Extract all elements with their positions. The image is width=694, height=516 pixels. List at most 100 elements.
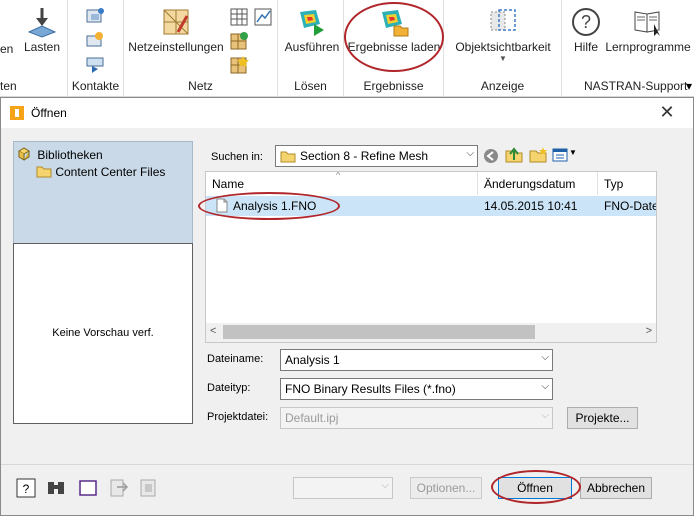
view-menu-button[interactable]: ▼ xyxy=(552,146,578,164)
scroll-right-icon[interactable]: > xyxy=(646,325,652,337)
find-binoculars-icon[interactable] xyxy=(45,477,67,499)
ribbon-group-ergebnisse: Ergebnisse laden Ergebnisse xyxy=(344,0,444,97)
export-disabled-icon xyxy=(140,479,156,497)
ribbon-group-loesen: Ausführen Lösen xyxy=(278,0,344,97)
column-date-label: Änderungsdatum xyxy=(484,177,576,191)
group-label-netz: Netz xyxy=(188,79,213,93)
local-mesh-icon[interactable] xyxy=(228,54,250,76)
ribbon-group-anzeige: Objektsichtbarkeit ▼ Anzeige xyxy=(444,0,562,97)
load-results-icon xyxy=(382,10,409,37)
lernprogramme-button[interactable]: Lernprogramme xyxy=(604,6,692,54)
ausfuehren-button[interactable]: Ausführen xyxy=(282,6,342,54)
dateityp-combo[interactable]: FNO Binary Results Files (*.fno) ⌵ xyxy=(280,378,553,400)
ausfuehren-label: Ausführen xyxy=(284,40,340,54)
column-header-name[interactable]: ^ Name xyxy=(206,172,478,195)
lernprogramme-label: Lernprogramme xyxy=(605,40,691,54)
projekte-button[interactable]: Projekte... xyxy=(567,407,638,429)
ribbon: en Lasten ten Kontakte Netzeinstellungen… xyxy=(0,0,694,97)
help-question-icon: ? xyxy=(572,8,600,36)
refine-mesh-icon[interactable] xyxy=(228,30,250,52)
file-icon xyxy=(216,198,228,213)
object-visibility-icon xyxy=(490,9,516,31)
chevron-down-icon: ⌵ xyxy=(541,410,549,421)
objektsichtbarkeit-button[interactable]: Objektsichtbarkeit ▼ xyxy=(448,6,558,63)
chevron-down-icon: ⌵ xyxy=(541,381,549,392)
open-dialog: Öffnen ✕ Bibliotheken Content Center Fil… xyxy=(0,97,694,516)
dateityp-label: Dateityp: xyxy=(207,382,251,394)
group-label-ergebnisse: Ergebnisse xyxy=(363,79,424,93)
column-header-type[interactable]: Typ xyxy=(598,172,656,195)
place-bibliotheken[interactable]: Bibliotheken xyxy=(18,147,103,162)
dateiname-field[interactable]: Analysis 1 ⌵ xyxy=(280,349,553,371)
chevron-down-icon: ⌵ xyxy=(381,480,389,491)
file-list: ^ Name Änderungsdatum Typ Analysis 1.FNO… xyxy=(205,171,657,343)
load-arrow-icon xyxy=(27,8,57,38)
scroll-thumb[interactable] xyxy=(223,325,535,339)
projektdatei-label: Projektdatei: xyxy=(207,411,269,423)
abbrechen-button[interactable]: Abbrechen xyxy=(580,477,652,499)
dateiname-label: Dateiname: xyxy=(207,353,264,365)
view-dropdown-icon: ▼ xyxy=(569,148,577,157)
netzeinstellungen-label: Netzeinstellungen xyxy=(128,40,224,54)
lasten-button[interactable]: Lasten xyxy=(20,6,64,54)
hilfe-button[interactable]: ? Hilfe xyxy=(566,6,606,54)
file-row[interactable]: Analysis 1.FNO 14.05.2015 10:41 FNO-Date… xyxy=(206,196,656,216)
contact-settings-icon[interactable] xyxy=(84,54,106,76)
group-label-kontakte: Kontakte xyxy=(71,79,120,93)
import-disabled-icon xyxy=(110,479,129,497)
mesh-table-icon[interactable] xyxy=(228,6,250,28)
mesh-settings-icon xyxy=(163,9,189,35)
up-folder-icon[interactable] xyxy=(504,146,524,164)
ergebnisse-laden-label: Ergebnisse laden xyxy=(347,40,441,54)
group-label-nastran: NASTRAN-Support xyxy=(584,79,688,93)
contact-manual-icon[interactable] xyxy=(84,30,106,52)
partial-group-label: ten xyxy=(0,79,17,93)
group-label-loesen: Lösen xyxy=(294,79,327,93)
suchen-in-combo[interactable]: Section 8 - Refine Mesh ⌵ xyxy=(275,145,478,167)
place-content-center-label: Content Center Files xyxy=(55,165,166,179)
chevron-down-icon: ⌵ xyxy=(541,352,549,363)
preview-pane: Keine Vorschau verf. xyxy=(13,243,193,424)
objektsichtbarkeit-dropdown-icon: ▼ xyxy=(499,54,507,63)
contact-auto-icon[interactable] xyxy=(84,6,106,28)
place-content-center[interactable]: Content Center Files xyxy=(36,165,165,179)
folder-icon xyxy=(36,166,52,178)
projektdatei-value: Default.ipj xyxy=(285,411,339,425)
ribbon-group-nastran: ? Hilfe Lernprogramme NASTRAN-Support ▾ xyxy=(562,0,694,97)
column-header-date[interactable]: Änderungsdatum xyxy=(478,172,598,195)
dateiname-value: Analysis 1 xyxy=(285,353,340,367)
optionen-button: Optionen... xyxy=(410,477,482,499)
scroll-left-icon[interactable]: < xyxy=(210,325,216,337)
options-window-icon[interactable] xyxy=(77,477,99,499)
inventor-app-icon xyxy=(10,106,24,120)
hilfe-label: Hilfe xyxy=(573,40,598,54)
ribbon-group-netz: Netzeinstellungen Netz xyxy=(124,0,278,97)
svg-text:?: ? xyxy=(581,12,591,32)
file-date: 14.05.2015 10:41 xyxy=(484,199,578,213)
help-question-icon[interactable]: ? xyxy=(15,477,37,499)
column-type-label: Typ xyxy=(604,177,624,191)
netzeinstellungen-button[interactable]: Netzeinstellungen xyxy=(128,6,224,54)
file-name: Analysis 1.FNO xyxy=(233,199,317,213)
place-bibliotheken-label: Bibliotheken xyxy=(37,148,103,162)
suchen-in-value: Section 8 - Refine Mesh xyxy=(300,149,429,163)
back-arrow-icon[interactable] xyxy=(483,148,499,164)
library-icon xyxy=(18,147,30,161)
chevron-down-icon: ⌵ xyxy=(466,148,474,159)
view-list-icon xyxy=(552,148,568,162)
new-folder-icon[interactable] xyxy=(528,146,548,164)
close-button[interactable]: ✕ xyxy=(655,102,679,123)
nastran-dropdown-icon[interactable]: ▾ xyxy=(686,79,692,93)
run-simulation-icon xyxy=(300,10,324,36)
svg-text:?: ? xyxy=(23,482,30,496)
horizontal-scrollbar[interactable]: < > xyxy=(206,323,656,342)
bottom-separator xyxy=(1,464,693,465)
convergence-plot-icon[interactable] xyxy=(252,6,274,28)
partial-button-label[interactable]: en xyxy=(0,42,13,56)
ergebnisse-laden-button[interactable]: Ergebnisse laden xyxy=(346,6,442,54)
column-name-label: Name xyxy=(212,177,245,191)
oeffnen-button[interactable]: Öffnen xyxy=(498,477,572,499)
group-label-anzeige: Anzeige xyxy=(480,79,525,93)
dialog-title: Öffnen xyxy=(31,106,67,120)
preview-text: Keine Vorschau verf. xyxy=(52,327,154,339)
